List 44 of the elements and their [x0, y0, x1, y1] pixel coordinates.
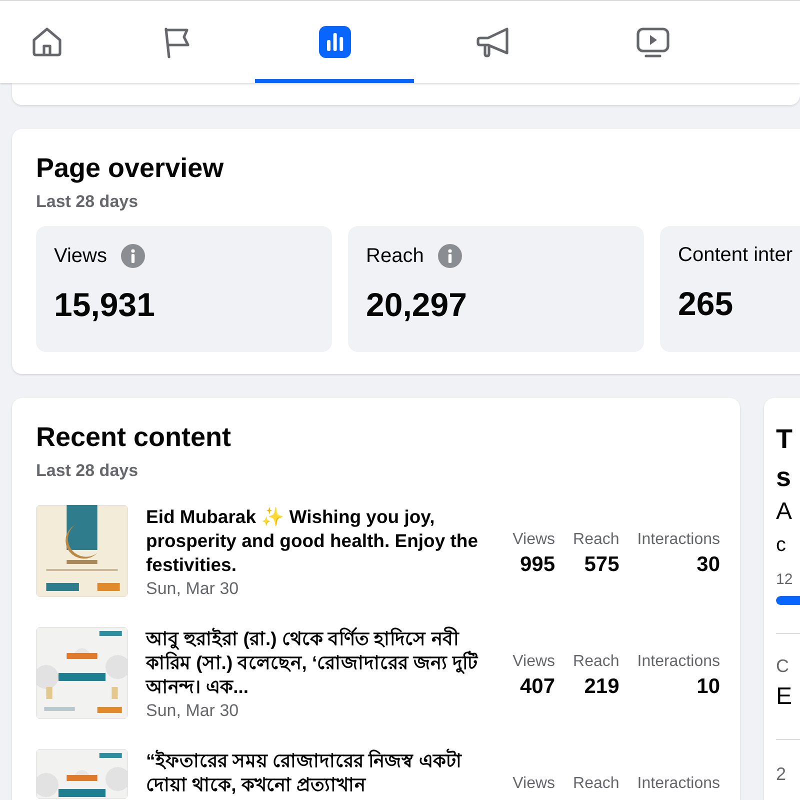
stat-value: 407: [520, 675, 556, 699]
count-text: 12: [776, 571, 794, 588]
side-label: C: [776, 656, 790, 677]
post-date: Sun, Mar 30: [146, 579, 240, 599]
metric-value: 20,297: [366, 286, 468, 324]
video-icon: [634, 24, 670, 58]
post-date: Sun, Mar 30: [146, 701, 240, 721]
metric-value: 15,931: [54, 286, 156, 324]
stat-label: Interactions: [637, 531, 720, 549]
stat-label: Reach: [573, 531, 620, 549]
metric-value: 265: [678, 285, 734, 323]
home-icon: [30, 24, 64, 58]
side-value: E: [776, 683, 794, 711]
stat-value: 10: [696, 675, 720, 699]
metric-label: Reach: [366, 244, 424, 268]
stat-value: 575: [584, 553, 620, 577]
date-range: Last 28 days: [36, 192, 140, 212]
card-title: s: [776, 461, 792, 494]
metric-label: Content inter: [678, 244, 793, 267]
side-text: c: [776, 534, 787, 557]
metric-label: Views: [54, 244, 107, 268]
card-title: Recent content: [36, 422, 232, 453]
info-icon[interactable]: [121, 244, 145, 268]
date-range: Last 28 days: [36, 461, 140, 481]
stat-label: Reach: [573, 775, 620, 793]
card-title: T: [776, 423, 794, 456]
stat-label: Interactions: [637, 775, 720, 793]
stat-value: 219: [584, 675, 620, 699]
stat-label: Reach: [573, 653, 620, 671]
stat-value: 30: [696, 553, 720, 577]
post-text[interactable]: আবু হুরাইরা (রা.) থেকে বর্ণিত হাদিসে নবী কারিম (সা.) বলেছেন, ‘রোজাদারের জন্য দুটি আনন্দ। এক...: [146, 627, 482, 699]
side-text: A: [776, 498, 794, 526]
bar-chart-icon: [318, 24, 352, 58]
stat-label: Interactions: [637, 653, 720, 671]
stat-value: 995: [520, 553, 556, 577]
side-text: 2: [776, 764, 788, 785]
stat-label: Views: [512, 531, 556, 549]
info-icon[interactable]: [438, 244, 462, 268]
post-text[interactable]: “ইফতারের সময় রোজাদারের নিজস্ব একটা দোয়া থাকে, কখনো প্রত্যাখান: [146, 749, 482, 797]
stat-label: Views: [512, 653, 556, 671]
stat-label: Views: [512, 775, 556, 793]
post-text[interactable]: Eid Mubarak ✨ Wishing you joy, prosperity and good health. Enjoy the festivities.: [146, 505, 482, 577]
card-title: Page overview: [36, 153, 225, 184]
megaphone-icon: [476, 24, 512, 58]
